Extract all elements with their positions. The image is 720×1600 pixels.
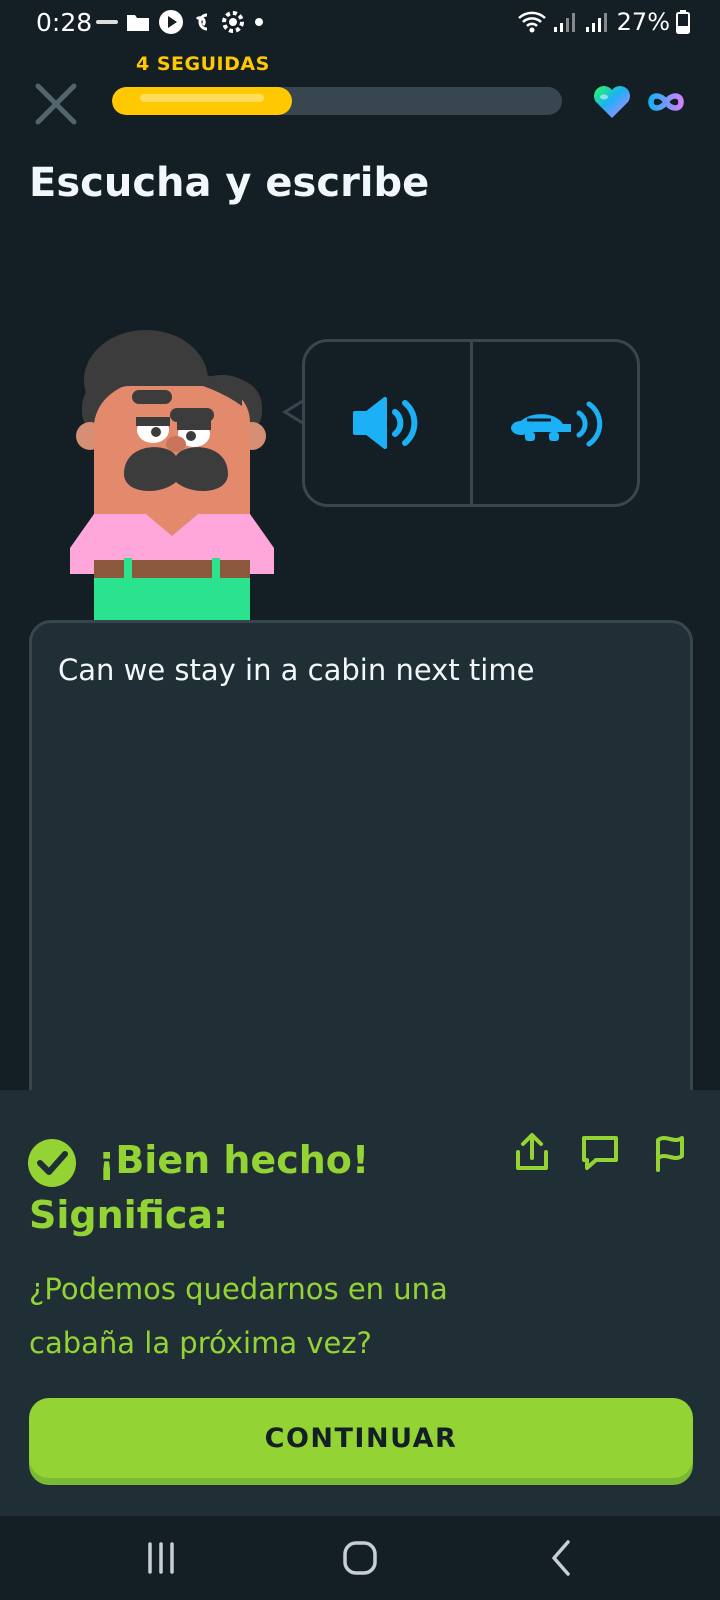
status-time: 0:28: [36, 8, 93, 37]
answer-input[interactable]: Can we stay in a cabin next time: [29, 620, 693, 1140]
infinity-icon: [648, 93, 684, 111]
feedback-panel: ¡Bien hecho! Significa: ¿Podemos quedarn…: [0, 1090, 720, 1516]
sync-icon: [195, 13, 208, 31]
signal-icon-2: [585, 13, 607, 32]
speaker-icon: [353, 397, 418, 449]
exercise-title: Escucha y escribe: [29, 160, 430, 206]
battery-icon: [676, 10, 690, 34]
signal-icon: [553, 13, 575, 32]
wifi-icon: [517, 11, 546, 33]
continue-button[interactable]: CONTINUAR: [29, 1398, 693, 1478]
back-icon[interactable]: [538, 1536, 588, 1580]
progress-shine: [140, 94, 264, 102]
system-icons: 27%: [517, 8, 690, 36]
app-notification-icon: [96, 20, 118, 24]
character-illustration: [70, 330, 274, 624]
meaning-label: Significa:: [29, 1193, 229, 1237]
streak-label: 4 SEGUIDAS: [136, 53, 270, 75]
translation-text: ¿Podemos quedarnos en una cabaña la próx…: [29, 1272, 448, 1360]
heart-icon[interactable]: [592, 84, 632, 120]
lesson-progress-bar: [112, 87, 562, 115]
feedback-title: ¡Bien hecho!: [98, 1138, 370, 1182]
answer-text: Can we stay in a cabin next time: [58, 653, 535, 687]
play-slow-audio-button[interactable]: [473, 342, 638, 504]
status-bar: 0:28 27%: [0, 0, 720, 46]
home-icon[interactable]: [335, 1536, 385, 1580]
flag-icon[interactable]: [648, 1130, 692, 1174]
play-icon: [159, 10, 183, 34]
continue-label: CONTINUAR: [264, 1422, 458, 1454]
settings-icon: [222, 11, 244, 33]
dot-icon: [255, 18, 263, 26]
close-icon[interactable]: [30, 78, 82, 130]
folder-icon: [127, 15, 149, 31]
check-icon: [28, 1139, 76, 1187]
battery-percent: 27%: [616, 8, 670, 36]
comment-icon[interactable]: [578, 1130, 622, 1174]
audio-bubble: [302, 339, 640, 507]
recent-apps-icon[interactable]: [136, 1536, 186, 1580]
turtle-speaker-icon: [510, 401, 602, 447]
notification-icons: [96, 9, 264, 35]
share-icon[interactable]: [510, 1130, 554, 1174]
system-nav-bar: [0, 1516, 720, 1600]
play-audio-button[interactable]: [305, 342, 470, 504]
